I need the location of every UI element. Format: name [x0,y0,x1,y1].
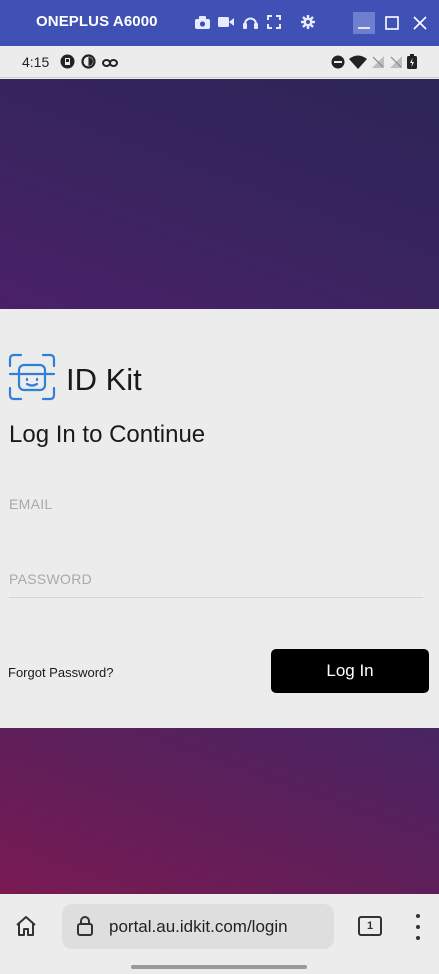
window-title-bar: ONEPLUS A6000 [0,0,439,46]
app-notification-icon [60,54,75,74]
wifi-icon [349,55,367,74]
status-bar: 4:15 [0,46,439,78]
window-toolbar [194,14,316,30]
password-field[interactable]: PASSWORD [9,571,92,587]
fullscreen-icon[interactable] [266,14,282,30]
url-text: portal.au.idkit.com/login [109,917,288,936]
login-button[interactable]: Log In [271,649,429,693]
dnd-icon [331,55,345,74]
brand: ID Kit [8,353,142,406]
device-title: ONEPLUS A6000 [36,13,158,30]
brand-name: ID Kit [66,361,142,397]
gesture-handle[interactable] [131,965,307,969]
headphones-icon[interactable] [242,14,258,30]
settings-icon[interactable] [300,14,316,30]
face-scan-logo-icon [8,353,56,406]
close-icon[interactable] [409,12,431,34]
tabs-button[interactable]: 1 [358,916,382,936]
video-icon[interactable] [218,14,234,30]
email-field[interactable]: EMAIL [9,496,53,512]
password-underline [9,597,423,598]
lock-icon [76,916,94,941]
browser-toolbar: portal.au.idkit.com/login 1 [0,894,439,974]
signal-off-icon [389,55,403,74]
forgot-password-link[interactable]: Forgot Password? [8,665,114,680]
overflow-menu-icon[interactable] [410,912,426,942]
login-card: ID Kit Log In to Continue EMAIL PASSWORD… [0,309,439,728]
camera-icon[interactable] [194,14,210,30]
maximize-icon[interactable] [381,12,403,34]
hero-background-bottom [0,728,439,894]
sync-icon [81,54,96,74]
home-icon[interactable] [14,914,40,940]
status-time: 4:15 [22,54,50,70]
link-icon [102,55,118,73]
address-bar[interactable]: portal.au.idkit.com/login [62,904,334,949]
status-left-icons [60,54,118,74]
status-right-icons [331,54,417,74]
minimize-icon[interactable] [353,12,375,34]
page-title: Log In to Continue [9,421,206,448]
window-controls [353,12,431,34]
signal-off-icon [371,55,385,74]
battery-icon [407,54,417,74]
hero-background-top [0,79,439,309]
